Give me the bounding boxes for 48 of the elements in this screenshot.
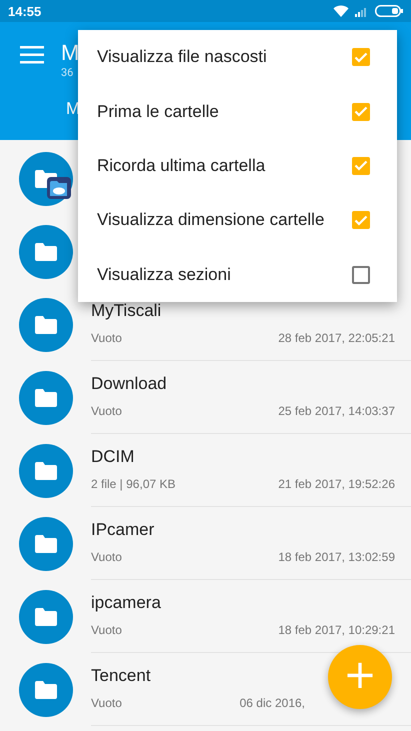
folder-icon: [19, 662, 73, 716]
menu-item-label: Visualizza file nascosti: [97, 47, 267, 68]
app-title: M: [61, 40, 80, 66]
modified-date: 28 feb 2017, 22:05:21: [278, 331, 395, 345]
folder-icon: [19, 590, 73, 644]
folder-icon: [19, 444, 73, 498]
folder-name: ipcamera: [91, 593, 161, 613]
menu-item[interactable]: Visualizza dimensione cartelle: [78, 193, 397, 248]
checkbox[interactable]: [352, 266, 370, 284]
folder-name: Tencent: [91, 666, 151, 686]
folder-name: DCIM: [91, 447, 134, 467]
modified-date: 25 feb 2017, 14:03:37: [278, 404, 395, 418]
menu-icon[interactable]: [20, 46, 44, 64]
menu-item[interactable]: Ricorda ultima cartella: [78, 138, 397, 194]
folder-info: Vuoto: [91, 696, 122, 710]
folder-info: 2 file | 96,07 KB: [91, 477, 176, 491]
menu-item-label: Ricorda ultima cartella: [97, 156, 266, 176]
modified-date: 06 dic 2016,: [240, 696, 305, 710]
folder-name: MyTiscali: [91, 301, 162, 321]
status-time: 14:55: [8, 4, 42, 18]
checkbox[interactable]: [352, 48, 370, 66]
folder-name: IPcamer: [91, 520, 154, 540]
folder-name: Download: [91, 374, 167, 394]
menu-item[interactable]: Visualizza sezioni: [78, 248, 397, 302]
checkbox[interactable]: [352, 211, 370, 230]
menu-item[interactable]: Prima le cartelle: [78, 84, 397, 139]
folder-icon: [19, 224, 73, 278]
folder-info: Vuoto: [91, 404, 122, 418]
folder-info: Vuoto: [91, 623, 122, 637]
folder-info: Vuoto: [91, 331, 122, 345]
menu-item-label: Prima le cartelle: [97, 102, 219, 122]
signal-icon: [355, 6, 369, 16]
menu-item[interactable]: Visualizza file nascosti: [78, 30, 397, 84]
folder-icon: [19, 298, 73, 352]
checkbox[interactable]: [352, 156, 370, 175]
modified-date: 18 feb 2017, 13:02:59: [278, 550, 395, 564]
app-subtitle: 36: [61, 66, 74, 79]
folder-icon: [19, 516, 73, 570]
folder-info: Vuoto: [91, 550, 122, 564]
menu-item-label: Visualizza sezioni: [97, 264, 231, 285]
app-badge-icon: [46, 176, 72, 200]
checkbox[interactable]: [352, 102, 370, 121]
battery-icon: [375, 5, 403, 17]
menu-item-label: Visualizza dimensione cartelle: [97, 210, 324, 230]
modified-date: 18 feb 2017, 10:29:21: [278, 623, 395, 637]
folder-icon: [19, 370, 73, 424]
modified-date: 21 feb 2017, 19:52:26: [278, 477, 395, 491]
wifi-icon: [333, 5, 349, 17]
